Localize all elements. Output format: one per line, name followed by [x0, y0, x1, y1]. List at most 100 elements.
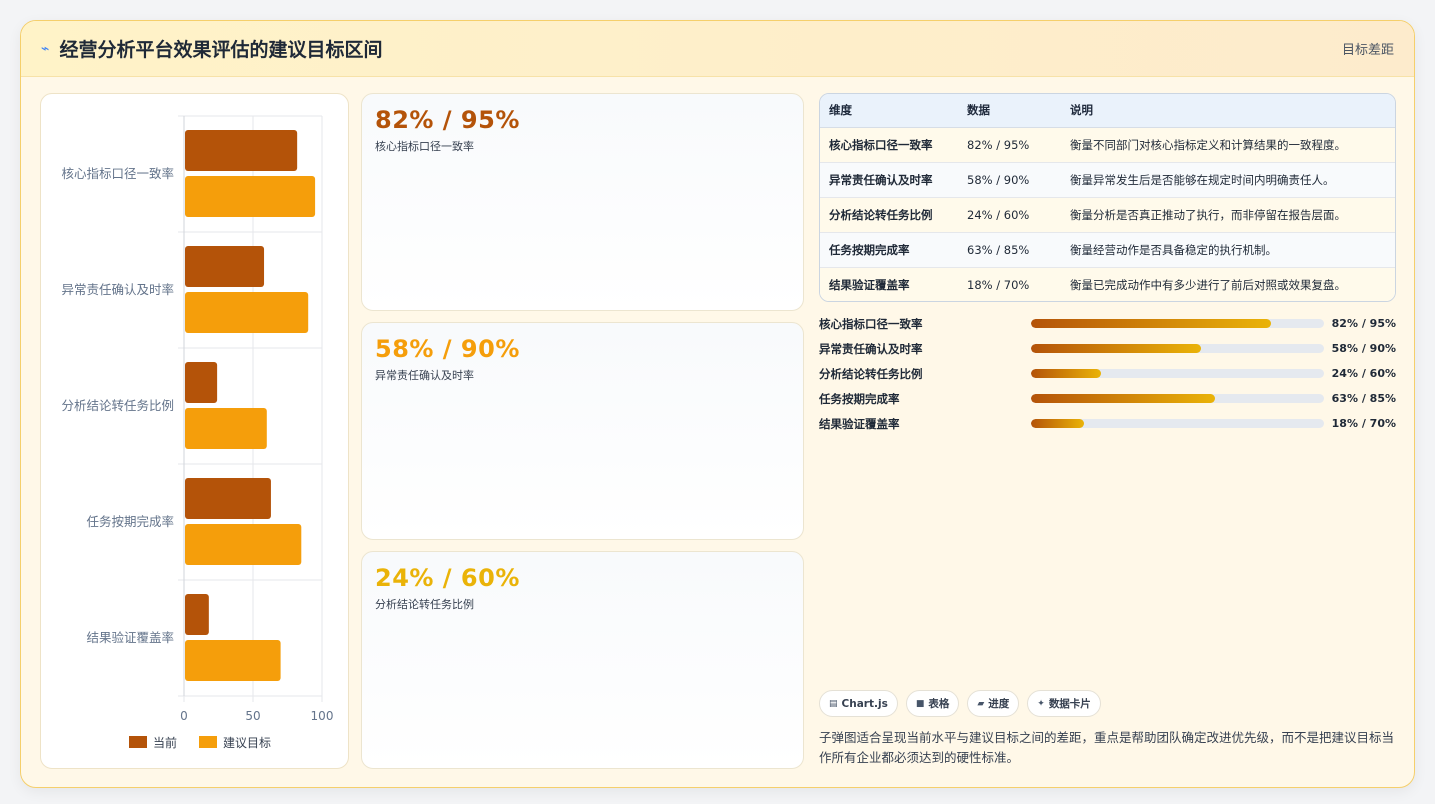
progress-fill — [1030, 419, 1084, 428]
chip-label: 数据卡片 — [1048, 698, 1091, 710]
header-tag: 目标差距 — [1341, 43, 1394, 58]
table-header-row: 维度 数据 说明 — [820, 94, 1395, 128]
chip-chartjs[interactable]: ▤ Chart.js — [819, 690, 898, 717]
kpi-label: 核心指标口径一致率 — [375, 140, 474, 153]
progress-row: 结果验证覆盖率 18% / 70% — [819, 411, 1396, 436]
table-header-cell: 数据 — [958, 94, 1061, 128]
chart-spark-icon: ⌁ — [41, 40, 50, 57]
progress-value: 24% / 60% — [1331, 367, 1396, 380]
bar-target — [185, 176, 316, 217]
bar-target — [185, 524, 302, 565]
table-cell-data: 82% / 95% — [958, 127, 1061, 163]
progress-fill — [1030, 344, 1201, 353]
progress-icon: ▰ — [977, 698, 985, 709]
table-cell-dimension: 核心指标口径一致率 — [820, 127, 958, 163]
progress-row: 核心指标口径一致率 82% / 95% — [819, 311, 1396, 336]
kpi-label: 异常责任确认及时率 — [375, 369, 474, 382]
progress-track — [1030, 369, 1324, 378]
kpi-card-3: 24% / 60% 分析结论转任务比例 — [361, 551, 804, 769]
progress-value: 18% / 70% — [1331, 417, 1396, 430]
table-cell-data: 24% / 60% — [958, 197, 1061, 233]
progress-fill — [1030, 394, 1216, 403]
progress-label: 异常责任确认及时率 — [819, 341, 923, 356]
progress-fill — [1030, 319, 1271, 328]
bar-current — [185, 362, 218, 403]
chip-label: 表格 — [928, 698, 950, 710]
table-cell-desc: 衡量不同部门对核心指标定义和计算结果的一致程度。 — [1061, 127, 1395, 163]
progress-value: 82% / 95% — [1331, 317, 1396, 330]
chip-data-card[interactable]: ✦ 数据卡片 — [1027, 690, 1101, 717]
progress-track — [1030, 394, 1324, 403]
legend-swatch — [129, 736, 147, 748]
bar-target — [185, 408, 267, 449]
bullet-chart-panel: 0 50 100 核心指标口径一致率 异常责任确认及时率 分析结论转任务比例 任务按期完成率… — [40, 93, 349, 769]
progress-label: 核心指标口径一致率 — [819, 316, 923, 331]
legend-label: 建议目标 — [223, 736, 271, 750]
bar-current — [185, 478, 271, 519]
x-tick-label: 0 — [180, 709, 188, 723]
table-cell-dimension: 异常责任确认及时率 — [820, 162, 958, 198]
progress-row: 任务按期完成率 63% / 85% — [819, 386, 1396, 411]
x-tick-label: 50 — [245, 709, 260, 723]
progress-row: 异常责任确认及时率 58% / 90% — [819, 336, 1396, 361]
table-cell-desc: 衡量经营动作是否具备稳定的执行机制。 — [1061, 232, 1395, 268]
card-header: ⌁ 经营分析平台效果评估的建议目标区间 目标差距 — [21, 21, 1414, 77]
y-tick-label: 任务按期完成率 — [86, 514, 174, 529]
progress-value: 58% / 90% — [1331, 342, 1396, 355]
table-icon: ■ — [915, 698, 925, 709]
bar-current — [185, 246, 265, 287]
table-cell-data: 58% / 90% — [958, 162, 1061, 198]
y-tick-label: 异常责任确认及时率 — [61, 282, 174, 297]
chip-label: Chart.js — [841, 697, 888, 710]
table-cell-dimension: 分析结论转任务比例 — [820, 197, 958, 233]
progress-label: 分析结论转任务比例 — [819, 366, 923, 381]
table-header-cell: 说明 — [1061, 94, 1395, 128]
table-cell-dimension: 任务按期完成率 — [820, 232, 958, 268]
kpi-value: 82% / 95% — [375, 106, 520, 134]
chip-progress[interactable]: ▰ 进度 — [967, 690, 1020, 717]
tech-chips: ▤ Chart.js ■ 表格 ▰ 进度 ✦ 数据卡片 — [819, 690, 1101, 717]
card-icon: ✦ — [1037, 698, 1045, 709]
table-cell-data: 18% / 70% — [958, 267, 1061, 301]
footnote: 子弹图适合呈现当前水平与建议目标之间的差距，重点是帮助团队确定改进优先级，而不是… — [819, 730, 1395, 765]
progress-track — [1030, 344, 1324, 353]
progress-track — [1030, 319, 1324, 328]
kpi-value: 24% / 60% — [375, 564, 520, 592]
y-tick-label: 结果验证覆盖率 — [86, 630, 174, 645]
table-row: 结果验证覆盖率 18% / 70% 衡量已完成动作中有多少进行了前后对照或效果复… — [820, 267, 1395, 301]
chip-label: 进度 — [988, 698, 1010, 710]
progress-fill — [1030, 369, 1102, 378]
progress-label: 结果验证覆盖率 — [819, 416, 900, 431]
table-cell-data: 63% / 85% — [958, 232, 1061, 268]
bar-target — [185, 292, 309, 333]
progress-value: 63% / 85% — [1331, 392, 1396, 405]
progress-label: 任务按期完成率 — [819, 391, 900, 406]
progress-track — [1030, 419, 1324, 428]
bar-current — [185, 594, 209, 635]
table-cell-desc: 衡量分析是否真正推动了执行，而非停留在报告层面。 — [1061, 197, 1395, 233]
title-group: ⌁ 经营分析平台效果评估的建议目标区间 — [41, 35, 382, 62]
kpi-value: 58% / 90% — [375, 335, 520, 363]
table-row: 核心指标口径一致率 82% / 95% 衡量不同部门对核心指标定义和计算结果的一… — [820, 127, 1395, 163]
bar-current — [185, 130, 298, 171]
page-title: 经营分析平台效果评估的建议目标区间 — [59, 39, 383, 61]
kpi-card-1: 82% / 95% 核心指标口径一致率 — [361, 93, 804, 311]
metrics-table: 维度 数据 说明 核心指标口径一致率 82% / 95% 衡量不同部门对核心指标… — [820, 94, 1395, 301]
legend-swatch — [199, 736, 217, 748]
kpi-card-2: 58% / 90% 异常责任确认及时率 — [361, 322, 804, 540]
y-tick-label: 核心指标口径一致率 — [61, 166, 174, 181]
x-tick-label: 100 — [311, 709, 334, 723]
bar-target — [185, 640, 281, 681]
kpi-label: 分析结论转任务比例 — [375, 598, 474, 611]
legend-label: 当前 — [153, 735, 177, 750]
progress-row: 分析结论转任务比例 24% / 60% — [819, 361, 1396, 386]
table-cell-dimension: 结果验证覆盖率 — [820, 267, 958, 301]
table-cell-desc: 衡量已完成动作中有多少进行了前后对照或效果复盘。 — [1061, 267, 1395, 301]
table-header-cell: 维度 — [820, 94, 958, 128]
bullet-chart: 0 50 100 核心指标口径一致率异常责任确认及时率分析结论转任务比例任务按期完成率… — [61, 115, 334, 750]
table-row: 任务按期完成率 63% / 85% 衡量经营动作是否具备稳定的执行机制。 — [820, 232, 1395, 268]
table-row: 异常责任确认及时率 58% / 90% 衡量异常发生后是否能够在规定时间内明确责… — [820, 162, 1395, 198]
chart-icon: ▤ — [829, 698, 838, 709]
progress-list: 核心指标口径一致率 82% / 95% 异常责任确认及时率 58% / 90% … — [819, 311, 1396, 436]
chip-table[interactable]: ■ 表格 — [905, 690, 960, 717]
